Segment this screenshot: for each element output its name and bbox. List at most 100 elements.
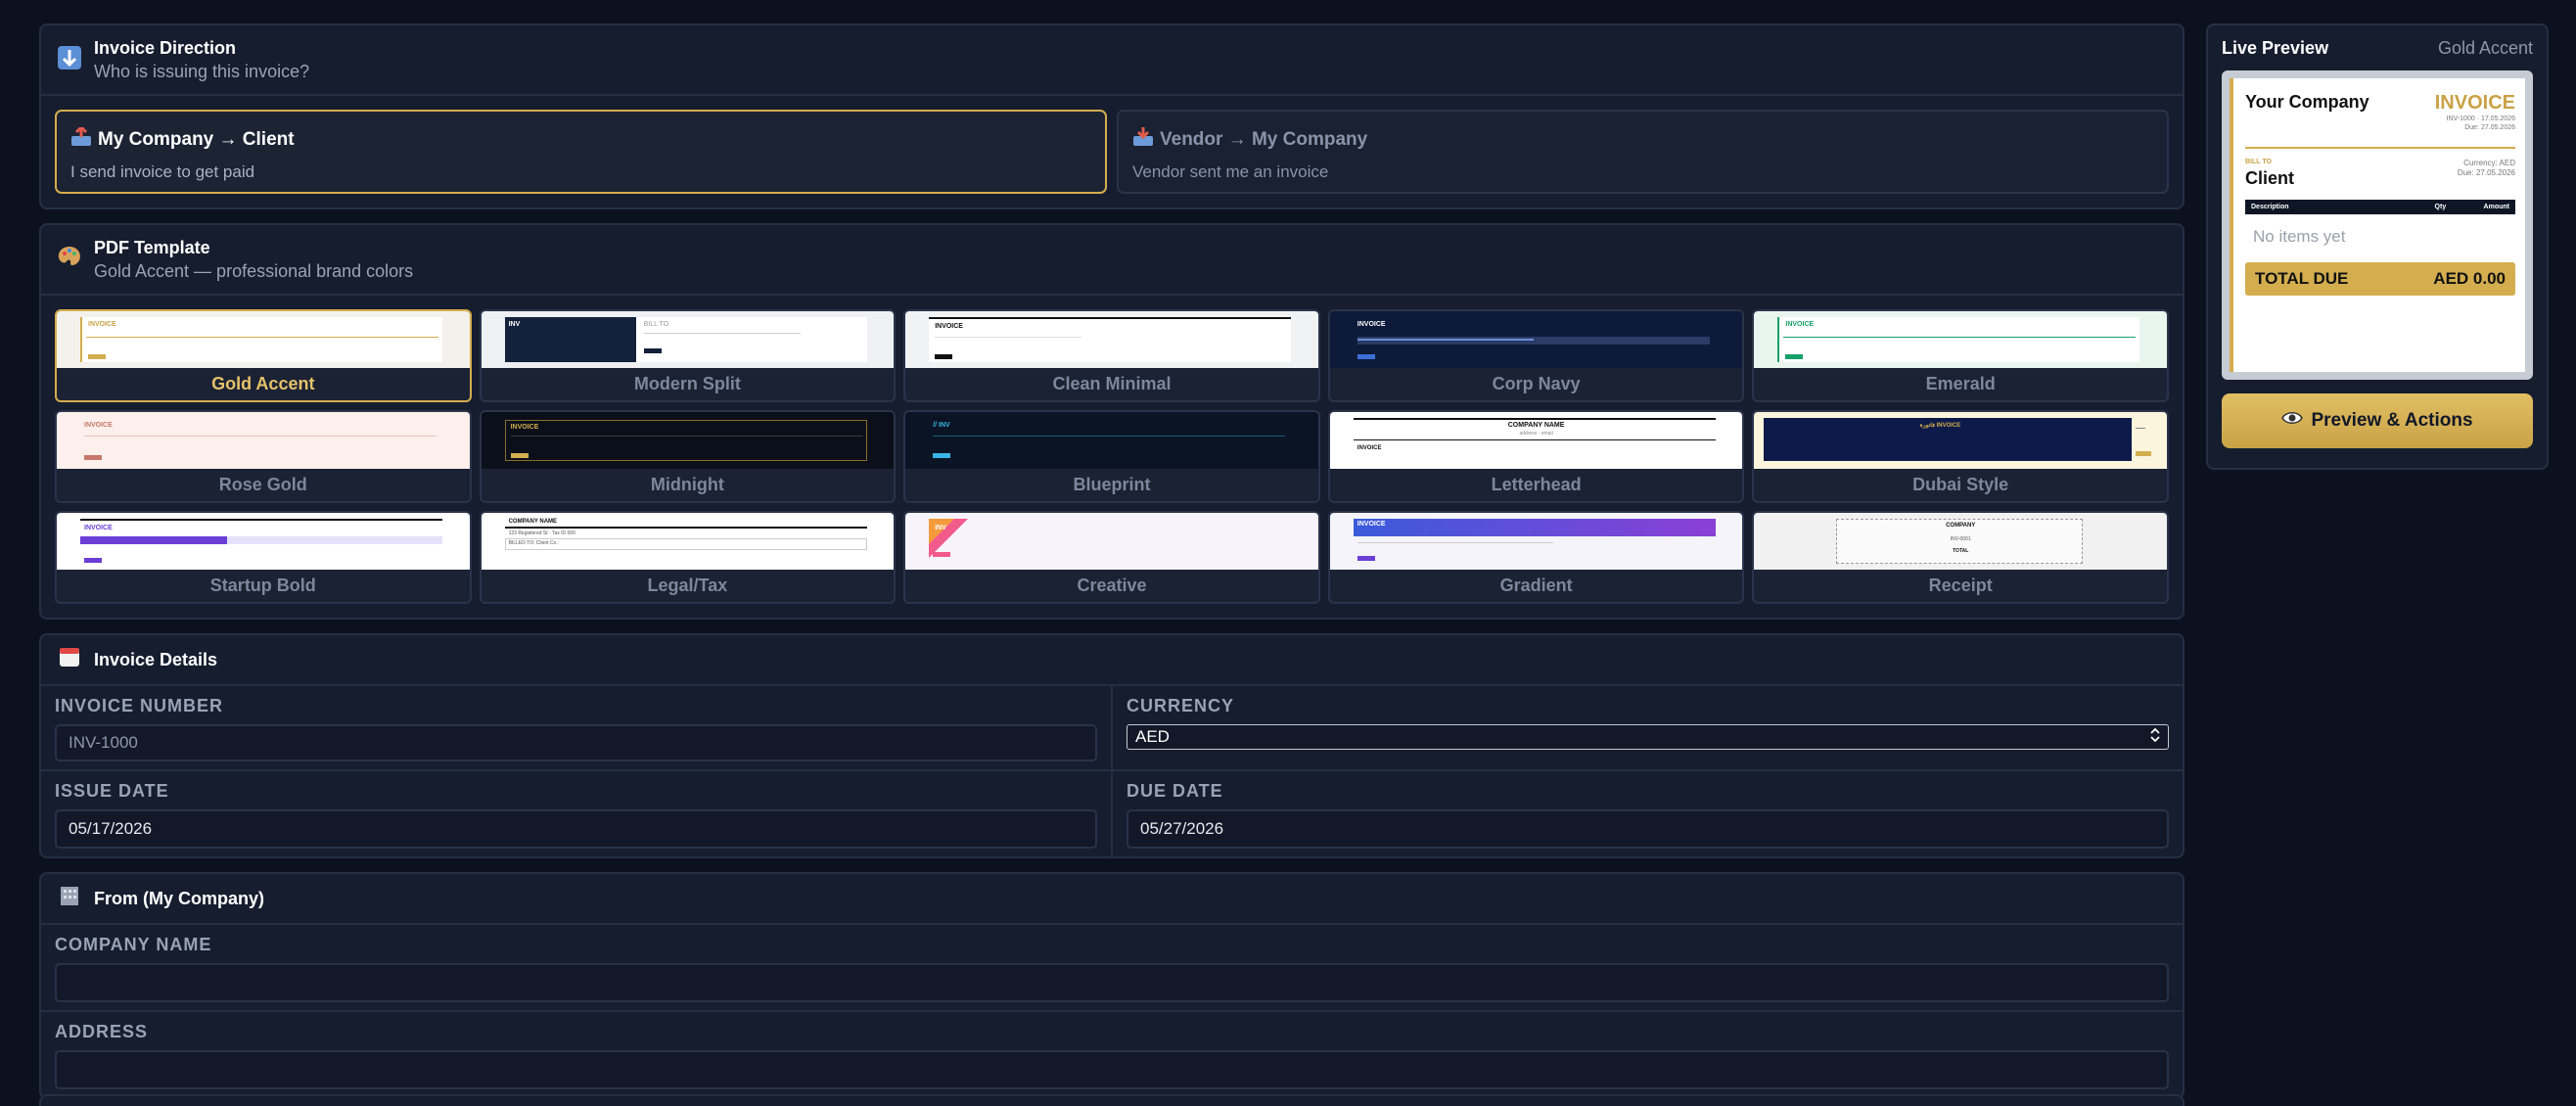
- thumb-title: INVOICE: [510, 424, 539, 431]
- template-startup-bold[interactable]: INVOICE Startup Bold: [55, 511, 472, 604]
- thumb-title: INV: [935, 525, 946, 531]
- direction-option-incoming[interactable]: Vendor → My Company Vendor sent me an in…: [1117, 110, 2169, 194]
- invoice-form: Invoice Direction Who is issuing this in…: [39, 23, 2185, 1106]
- thumb-title: INVOICE: [935, 323, 963, 330]
- thumb-label: INVOICE: [1357, 445, 1382, 451]
- thumb-label: BILLED TO: Client Co.: [508, 540, 558, 546]
- template-thumbnail: INV: [905, 513, 1318, 570]
- template-thumbnail: COMPANY NAME 123 Registered St · Tax ID …: [481, 513, 895, 570]
- preview-doc-title: INVOICE: [2434, 92, 2515, 114]
- issue-date-label: ISSUE DATE: [55, 781, 169, 801]
- preview-accent-rule: [2245, 147, 2515, 149]
- invoice-direction-header: Invoice Direction Who is issuing this in…: [41, 25, 2183, 96]
- preview-total-bar: TOTAL DUE AED 0.00: [2245, 262, 2515, 296]
- thumb-label: BILL TO: [643, 321, 669, 328]
- template-gold-accent[interactable]: INVOICE Gold Accent: [55, 309, 472, 402]
- direction-option-title: My Company → Client: [98, 129, 295, 150]
- template-name: Gold Accent: [211, 374, 315, 393]
- template-name: Blueprint: [1073, 475, 1151, 494]
- template-name: Legal/Tax: [647, 576, 728, 595]
- preview-col-description: Description: [2251, 204, 2289, 210]
- pdf-template-card: PDF Template Gold Accent — professional …: [39, 223, 2185, 620]
- currency-value: AED: [1135, 727, 1170, 746]
- invoice-direction-title: Invoice Direction: [94, 37, 237, 58]
- template-name: Dubai Style: [1912, 475, 2009, 494]
- thumb-title: // INV: [933, 422, 950, 429]
- issue-date-input[interactable]: 05/17/2026: [55, 809, 1097, 849]
- template-receipt[interactable]: COMPANY INV-0001 TOTAL Receipt: [1752, 511, 2169, 604]
- direction-option-outgoing[interactable]: My Company → Client I send invoice to ge…: [55, 110, 1107, 194]
- template-thumbnail: INVOICE: [57, 513, 470, 570]
- template-thumbnail: COMPANY INV-0001 TOTAL: [1754, 513, 2167, 570]
- template-thumbnail: INVOICE: [57, 311, 470, 368]
- invoice-details-card: Invoice Details INVOICE NUMBER INV-1000 …: [39, 633, 2185, 858]
- currency-select[interactable]: AED: [1127, 724, 2169, 750]
- thumb-title: COMPANY NAME: [1507, 422, 1565, 429]
- inbox-tray-icon: [1132, 127, 1154, 153]
- invoice-details-header: Invoice Details: [41, 635, 2183, 686]
- template-midnight[interactable]: INVOICE Midnight: [479, 410, 897, 503]
- template-rose-gold[interactable]: INVOICE Rose Gold: [55, 410, 472, 503]
- thumb-title: INVOICE: [1785, 321, 1815, 328]
- template-grid: INVOICE Gold Accent INV BILL TO Modern S…: [41, 296, 2183, 618]
- template-name: Letterhead: [1491, 475, 1582, 494]
- preview-col-amount: Amount: [2483, 204, 2509, 210]
- template-blueprint[interactable]: // INV Blueprint: [903, 410, 1320, 503]
- live-preview-panel: Live Preview Gold Accent Your Company IN…: [2206, 23, 2549, 470]
- address-label: ADDRESS: [55, 1022, 149, 1041]
- preview-actions-button[interactable]: Preview & Actions: [2222, 393, 2533, 448]
- template-corp-navy[interactable]: INVOICE Corp Navy: [1327, 309, 1745, 402]
- due-date-input[interactable]: 05/27/2026: [1127, 809, 2169, 849]
- thumb-label: address · email: [1519, 431, 1553, 437]
- thumb-title: فاتورة INVOICE: [1919, 423, 1961, 429]
- from-company-header: From (My Company): [41, 874, 2183, 925]
- next-section-card: [39, 1094, 2185, 1106]
- template-name: Creative: [1077, 576, 1147, 595]
- preview-due: Due: 27.05.2026: [2457, 168, 2515, 177]
- template-name: Startup Bold: [209, 576, 316, 595]
- preview-meta-due: Due: 27.05.2026: [2464, 124, 2515, 131]
- template-thumbnail: INVOICE: [905, 311, 1318, 368]
- template-legal-tax[interactable]: COMPANY NAME 123 Registered St · Tax ID …: [479, 511, 897, 604]
- template-thumbnail: COMPANY NAME address · email INVOICE: [1329, 412, 1743, 469]
- template-emerald[interactable]: INVOICE Emerald: [1752, 309, 2169, 402]
- pdf-template-subtitle: Gold Accent — professional brand colors: [94, 260, 414, 281]
- template-gradient[interactable]: INVOICE Gradient: [1327, 511, 1745, 604]
- invoice-direction-card: Invoice Direction Who is issuing this in…: [39, 23, 2185, 209]
- thumb-title: INVOICE: [1357, 321, 1386, 328]
- preview-bill-to-label: BILL TO: [2245, 159, 2272, 165]
- invoice-paper-preview: Your Company INVOICE INV-1000 · 17.05.20…: [2230, 78, 2525, 372]
- template-name: Rose Gold: [218, 475, 307, 494]
- template-name: Modern Split: [633, 374, 741, 393]
- template-thumbnail: INVOICE: [481, 412, 895, 469]
- direction-option-subtitle: Vendor sent me an invoice: [1132, 162, 1329, 181]
- invoice-direction-subtitle: Who is issuing this invoice?: [94, 61, 310, 81]
- preview-col-qty: Qty: [2434, 204, 2447, 210]
- outbox-tray-icon: [70, 124, 92, 153]
- template-clean-minimal[interactable]: INVOICE Clean Minimal: [903, 309, 1320, 402]
- template-name: Midnight: [650, 475, 724, 494]
- pdf-template-header: PDF Template Gold Accent — professional …: [41, 225, 2183, 296]
- template-thumbnail: INV BILL TO: [481, 311, 895, 368]
- template-dubai-style[interactable]: فاتورة INVOICE Dubai Style: [1752, 410, 2169, 503]
- template-thumbnail: INVOICE: [1754, 311, 2167, 368]
- template-thumbnail: INVOICE: [1329, 311, 1743, 368]
- direction-option-subtitle: I send invoice to get paid: [70, 162, 255, 181]
- down-arrow-box-icon: [55, 45, 84, 74]
- template-name: Emerald: [1925, 374, 1996, 393]
- calendar-icon: [55, 645, 84, 674]
- direction-option-title: Vendor → My Company: [1160, 129, 1368, 150]
- thumb-title: COMPANY NAME: [508, 519, 558, 525]
- template-thumbnail: INVOICE: [57, 412, 470, 469]
- invoice-number-input[interactable]: INV-1000: [55, 724, 1097, 761]
- eye-icon: [2281, 410, 2304, 432]
- address-input[interactable]: [55, 1050, 2169, 1089]
- preview-empty-items: No items yet: [2253, 227, 2346, 246]
- thumb-title: INVOICE: [84, 525, 113, 531]
- thumb-label: 123 Registered St · Tax ID 000: [508, 530, 575, 536]
- template-letterhead[interactable]: COMPANY NAME address · email INVOICE Let…: [1327, 410, 1745, 503]
- live-preview-template-name: Gold Accent: [2437, 37, 2533, 58]
- company-name-input[interactable]: [55, 963, 2169, 1002]
- template-modern-split[interactable]: INV BILL TO Modern Split: [479, 309, 897, 402]
- template-creative[interactable]: INV Creative: [903, 511, 1320, 604]
